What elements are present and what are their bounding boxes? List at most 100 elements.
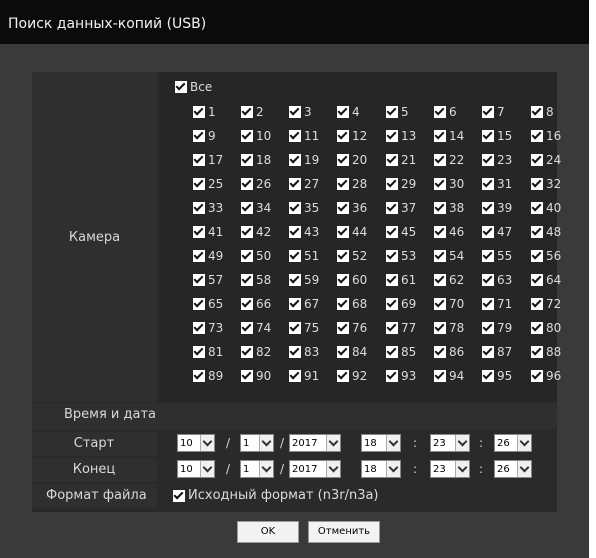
camera-checkbox[interactable]: 48 <box>531 225 561 239</box>
camera-checkbox[interactable]: 26 <box>241 177 271 191</box>
camera-checkbox[interactable]: 49 <box>193 249 223 263</box>
camera-checkbox[interactable]: 50 <box>241 249 271 263</box>
camera-checkbox[interactable]: 59 <box>289 273 319 287</box>
cancel-button[interactable]: Отменить <box>308 521 380 543</box>
camera-checkbox[interactable]: 21 <box>386 153 416 167</box>
camera-checkbox[interactable]: 58 <box>241 273 271 287</box>
camera-checkbox[interactable]: 82 <box>241 345 271 359</box>
camera-checkbox[interactable]: 34 <box>241 201 271 215</box>
end-month-select[interactable]: 10 <box>177 460 215 478</box>
camera-checkbox[interactable]: 96 <box>531 369 561 383</box>
camera-checkbox[interactable]: 81 <box>193 345 223 359</box>
camera-checkbox[interactable]: 46 <box>434 225 464 239</box>
camera-checkbox[interactable]: 91 <box>289 369 319 383</box>
camera-checkbox[interactable]: 76 <box>337 321 367 335</box>
camera-checkbox[interactable]: 22 <box>434 153 464 167</box>
start-second-select[interactable]: 26 <box>494 434 532 452</box>
camera-checkbox[interactable]: 35 <box>289 201 319 215</box>
camera-checkbox[interactable]: 38 <box>434 201 464 215</box>
camera-checkbox[interactable]: 42 <box>241 225 271 239</box>
camera-checkbox[interactable]: 39 <box>482 201 512 215</box>
camera-checkbox[interactable]: 67 <box>289 297 319 311</box>
camera-checkbox[interactable]: 14 <box>434 129 464 143</box>
camera-checkbox[interactable]: 6 <box>434 105 457 119</box>
camera-checkbox[interactable]: 25 <box>193 177 223 191</box>
camera-checkbox[interactable]: 28 <box>337 177 367 191</box>
camera-checkbox[interactable]: 75 <box>289 321 319 335</box>
camera-checkbox[interactable]: 64 <box>531 273 561 287</box>
camera-checkbox[interactable]: 10 <box>241 129 271 143</box>
camera-checkbox[interactable]: 85 <box>386 345 416 359</box>
camera-checkbox[interactable]: 79 <box>482 321 512 335</box>
camera-checkbox[interactable]: 2 <box>241 105 264 119</box>
camera-checkbox[interactable]: 80 <box>531 321 561 335</box>
camera-checkbox[interactable]: 8 <box>531 105 554 119</box>
camera-checkbox[interactable]: 17 <box>193 153 223 167</box>
start-month-select[interactable]: 10 <box>177 434 215 452</box>
camera-checkbox[interactable]: 41 <box>193 225 223 239</box>
camera-checkbox[interactable]: 27 <box>289 177 319 191</box>
camera-checkbox[interactable]: 84 <box>337 345 367 359</box>
camera-checkbox[interactable]: 3 <box>289 105 312 119</box>
end-hour-select[interactable]: 18 <box>361 460 401 478</box>
camera-checkbox[interactable]: 90 <box>241 369 271 383</box>
camera-checkbox[interactable]: 19 <box>289 153 319 167</box>
camera-checkbox[interactable]: 66 <box>241 297 271 311</box>
camera-checkbox[interactable]: 15 <box>482 129 512 143</box>
original-format-checkbox[interactable]: Исходный формат (n3r/n3a) <box>173 488 379 503</box>
camera-checkbox[interactable]: 61 <box>386 273 416 287</box>
camera-checkbox[interactable]: 44 <box>337 225 367 239</box>
camera-checkbox[interactable]: 78 <box>434 321 464 335</box>
end-day-select[interactable]: 1 <box>240 460 274 478</box>
camera-checkbox[interactable]: 57 <box>193 273 223 287</box>
camera-checkbox[interactable]: 16 <box>531 129 561 143</box>
camera-checkbox[interactable]: 73 <box>193 321 223 335</box>
camera-checkbox[interactable]: 30 <box>434 177 464 191</box>
camera-checkbox[interactable]: 33 <box>193 201 223 215</box>
camera-checkbox[interactable]: 87 <box>482 345 512 359</box>
camera-checkbox[interactable]: 69 <box>386 297 416 311</box>
camera-checkbox[interactable]: 37 <box>386 201 416 215</box>
camera-checkbox[interactable]: 40 <box>531 201 561 215</box>
camera-checkbox[interactable]: 55 <box>482 249 512 263</box>
start-hour-select[interactable]: 18 <box>361 434 401 452</box>
camera-checkbox[interactable]: 23 <box>482 153 512 167</box>
camera-checkbox[interactable]: 9 <box>193 129 216 143</box>
camera-checkbox[interactable]: 54 <box>434 249 464 263</box>
camera-checkbox[interactable]: 71 <box>482 297 512 311</box>
camera-checkbox[interactable]: 29 <box>386 177 416 191</box>
end-minute-select[interactable]: 23 <box>430 460 470 478</box>
camera-checkbox[interactable]: 7 <box>482 105 505 119</box>
camera-checkbox[interactable]: 74 <box>241 321 271 335</box>
camera-checkbox[interactable]: 12 <box>337 129 367 143</box>
camera-checkbox[interactable]: 45 <box>386 225 416 239</box>
camera-checkbox[interactable]: 31 <box>482 177 512 191</box>
camera-checkbox[interactable]: 36 <box>337 201 367 215</box>
ok-button[interactable]: OK <box>237 521 299 543</box>
start-year-select[interactable]: 2017 <box>289 434 341 452</box>
camera-checkbox[interactable]: 93 <box>386 369 416 383</box>
camera-checkbox[interactable]: 1 <box>193 105 216 119</box>
camera-all-checkbox[interactable]: Все <box>175 80 212 94</box>
camera-checkbox[interactable]: 53 <box>386 249 416 263</box>
camera-checkbox[interactable]: 83 <box>289 345 319 359</box>
end-year-select[interactable]: 2017 <box>289 460 341 478</box>
camera-checkbox[interactable]: 62 <box>434 273 464 287</box>
camera-checkbox[interactable]: 32 <box>531 177 561 191</box>
camera-checkbox[interactable]: 20 <box>337 153 367 167</box>
camera-checkbox[interactable]: 11 <box>289 129 319 143</box>
camera-checkbox[interactable]: 63 <box>482 273 512 287</box>
camera-checkbox[interactable]: 47 <box>482 225 512 239</box>
camera-checkbox[interactable]: 65 <box>193 297 223 311</box>
camera-checkbox[interactable]: 86 <box>434 345 464 359</box>
camera-checkbox[interactable]: 43 <box>289 225 319 239</box>
camera-checkbox[interactable]: 56 <box>531 249 561 263</box>
camera-checkbox[interactable]: 5 <box>386 105 409 119</box>
camera-checkbox[interactable]: 4 <box>337 105 360 119</box>
camera-checkbox[interactable]: 18 <box>241 153 271 167</box>
camera-checkbox[interactable]: 72 <box>531 297 561 311</box>
camera-checkbox[interactable]: 52 <box>337 249 367 263</box>
camera-checkbox[interactable]: 51 <box>289 249 319 263</box>
start-minute-select[interactable]: 23 <box>430 434 470 452</box>
camera-checkbox[interactable]: 95 <box>482 369 512 383</box>
